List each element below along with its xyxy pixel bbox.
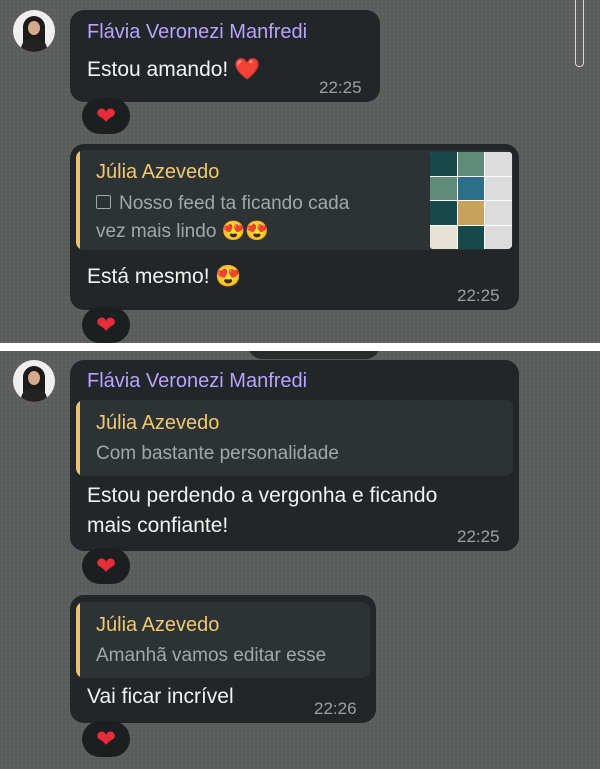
quote-text-line2: vez mais lindo 😍😍 <box>96 221 269 242</box>
message-time: 22:25 <box>457 527 500 546</box>
reply-quote[interactable]: Júlia Azevedo Amanhã vamos editar esse <box>76 602 370 678</box>
quote-accent-bar <box>76 602 80 678</box>
heart-icon: ❤ <box>95 311 117 339</box>
chat-panel-bottom: Flávia Veronezi Manfredi Júlia Azevedo C… <box>0 351 600 769</box>
sender-name[interactable]: Flávia Veronezi Manfredi <box>87 21 307 44</box>
message-bubble[interactable]: Flávia Veronezi Manfredi Estou amando! ❤… <box>70 10 380 102</box>
heart-icon: ❤ <box>95 725 117 753</box>
heart-reaction[interactable]: ❤ <box>82 548 130 584</box>
message-bubble[interactable]: Júlia Azevedo Nosso feed ta ficando cada… <box>70 144 519 310</box>
message-text: Vai ficar incrível <box>87 685 234 708</box>
reply-quote[interactable]: Júlia Azevedo Com bastante personalidade <box>76 400 513 476</box>
message-text-line1: Estou perdendo a vergonha e ficando <box>87 484 438 507</box>
image-icon <box>96 194 111 209</box>
message-bubble[interactable]: Júlia Azevedo Amanhã vamos editar esse V… <box>70 595 376 723</box>
message-time: 22:25 <box>457 286 500 305</box>
scrollbar[interactable] <box>575 0 584 67</box>
overlay-edge <box>248 351 380 359</box>
quote-author: Júlia Azevedo <box>96 161 220 183</box>
message-text: Estou amando! ❤️ <box>87 58 261 81</box>
quote-accent-bar <box>76 150 80 250</box>
quoted-image-thumbnail[interactable] <box>430 152 512 249</box>
screenshot-divider <box>0 343 600 351</box>
heart-icon: ❤ <box>95 102 117 130</box>
avatar[interactable] <box>13 10 55 52</box>
sender-name[interactable]: Flávia Veronezi Manfredi <box>87 370 307 393</box>
quote-author: Júlia Azevedo <box>96 614 220 636</box>
message-time: 22:26 <box>314 699 357 718</box>
message-bubble[interactable]: Flávia Veronezi Manfredi Júlia Azevedo C… <box>70 360 519 551</box>
quote-author: Júlia Azevedo <box>96 412 220 434</box>
heart-icon: ❤ <box>95 552 117 580</box>
quote-accent-bar <box>76 400 80 476</box>
quote-text-line1: Nosso feed ta ficando cada <box>96 190 349 218</box>
heart-reaction[interactable]: ❤ <box>82 721 130 757</box>
heart-reaction[interactable]: ❤ <box>82 98 130 134</box>
message-time: 22:25 <box>319 78 362 97</box>
message-text-line2: mais confiante! <box>87 514 229 537</box>
quote-text: Com bastante personalidade <box>96 443 339 464</box>
avatar[interactable] <box>13 360 55 402</box>
chat-panel-top: Flávia Veronezi Manfredi Estou amando! ❤… <box>0 0 600 343</box>
message-text: Está mesmo! 😍 <box>87 265 242 288</box>
quote-text: Amanhã vamos editar esse <box>96 645 327 666</box>
heart-reaction[interactable]: ❤ <box>82 307 130 343</box>
reply-quote[interactable]: Júlia Azevedo Nosso feed ta ficando cada… <box>76 150 513 250</box>
